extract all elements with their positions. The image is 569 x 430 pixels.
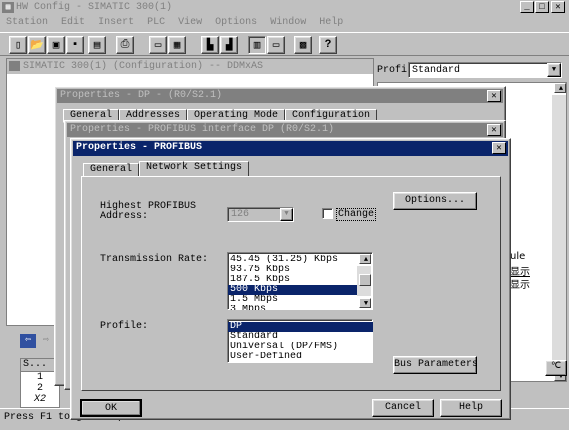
catalog-text-module: ule xyxy=(510,251,526,262)
tab-network-settings[interactable]: Network Settings xyxy=(139,161,250,177)
dialog-interface-close-icon[interactable]: ✕ xyxy=(487,124,501,136)
download-icon[interactable]: ▤ xyxy=(88,36,106,54)
minimize-button[interactable]: _ xyxy=(520,1,534,13)
dialog-dp-title: Properties - DP - (R0/S2.1) xyxy=(60,90,223,101)
highest-address-chevron-icon[interactable]: ▼ xyxy=(280,208,293,221)
split-view-icon[interactable]: ▭ xyxy=(267,36,285,54)
transmission-rate-list[interactable]: 45.45 (31.25) Kbps 93.75 Kbps 187.5 Kbps… xyxy=(227,252,373,310)
dialog-profibus-title-bar: Properties - PROFIBUS ✕ xyxy=(73,141,508,156)
transmission-rate-label: Transmission Rate: xyxy=(100,254,209,265)
catalog-icon[interactable]: ▙ xyxy=(201,36,219,54)
config-title: SIMATIC 300(1) (Configuration) -- DDMxAS xyxy=(23,61,264,72)
options-button[interactable]: Options... xyxy=(393,192,477,210)
profile-option[interactable]: Universal (DP/FMS) xyxy=(228,342,373,352)
dialog-interface-title-bar: Properties - PROFIBUS interface DP (R0/S… xyxy=(67,123,503,137)
menu-plc[interactable]: PLC xyxy=(147,17,165,28)
menu-options[interactable]: Options xyxy=(215,17,257,28)
profile-option[interactable]: User-Defined xyxy=(228,352,373,362)
rate-option[interactable]: 93.75 Kbps xyxy=(228,265,360,275)
change-checkbox[interactable] xyxy=(322,208,333,219)
rate-option-selected[interactable]: 500 Kbps xyxy=(228,285,360,295)
new-icon[interactable]: ▯ xyxy=(9,36,27,54)
rate-option[interactable]: 187.5 Kbps xyxy=(228,275,360,285)
rate-option[interactable]: 45.45 (31.25) Kbps xyxy=(228,255,360,265)
catalog-profile-value: Standard xyxy=(412,65,461,76)
paste-icon[interactable]: ▦ xyxy=(168,36,186,54)
catalog-side-button[interactable]: ℃ xyxy=(545,360,567,376)
config-window-icon xyxy=(9,61,20,71)
rate-scroll-thumb[interactable] xyxy=(359,274,371,286)
menu-station[interactable]: Station xyxy=(6,17,48,28)
catalog-profile-select[interactable]: Standard ▼ xyxy=(408,62,562,78)
bus-parameters-button[interactable]: Bus Parameters... xyxy=(393,356,477,374)
config-icon[interactable]: ▩ xyxy=(294,36,312,54)
dialog-profibus-tabs: General Network Settings xyxy=(83,161,250,177)
change-label: Change xyxy=(336,208,377,221)
menu-edit[interactable]: Edit xyxy=(61,17,85,28)
chevron-down-icon[interactable]: ▼ xyxy=(547,63,561,77)
menu-view[interactable]: View xyxy=(178,17,202,28)
ok-button[interactable]: OK xyxy=(80,399,142,417)
maximize-button[interactable]: □ xyxy=(535,1,549,13)
highest-address-label-2: Address: xyxy=(100,211,149,222)
app-icon: ▦ xyxy=(2,2,14,13)
profile-list[interactable]: DP Standard Universal (DP/FMS) User-Defi… xyxy=(227,319,373,363)
catalog-text-display-2: 显示 xyxy=(510,280,530,291)
tab-general[interactable]: General xyxy=(83,163,140,177)
view-icon[interactable]: ▥ xyxy=(248,36,266,54)
profile-label: Profile: xyxy=(100,321,149,332)
save-compile-icon[interactable]: ▣ xyxy=(47,36,65,54)
bottom-nav-arrows: ⇦ ⇨ xyxy=(20,334,56,348)
bus-parameters-label: Bus Parameters... xyxy=(394,359,476,370)
dialog-dp-close-icon[interactable]: ✕ xyxy=(487,90,501,102)
help-icon[interactable]: ? xyxy=(319,36,337,54)
forward-arrow-icon[interactable]: ⇨ xyxy=(38,334,54,348)
rate-scroll-up[interactable]: ▲ xyxy=(359,254,371,264)
save-icon[interactable]: ▪ xyxy=(66,36,84,54)
menu-window[interactable]: Window xyxy=(270,17,306,28)
copy-icon[interactable]: ▭ xyxy=(149,36,167,54)
close-button[interactable]: ✕ xyxy=(551,1,565,13)
dialog-dp-title-bar: Properties - DP - (R0/S2.1) ✕ xyxy=(57,89,503,103)
back-arrow-icon[interactable]: ⇦ xyxy=(20,334,36,348)
dialog-interface-title: Properties - PROFIBUS interface DP (R0/S… xyxy=(70,124,335,135)
rate-option[interactable]: 1.5 Mbps xyxy=(228,295,360,305)
dialog-profibus-title: Properties - PROFIBUS xyxy=(76,142,203,153)
highest-address-select[interactable]: 126 ▼ xyxy=(227,207,294,222)
profile-option[interactable]: Standard xyxy=(228,332,373,342)
help-button[interactable]: Help xyxy=(440,399,502,417)
app-title-bar: ▦ HW Config - SIMATIC 300(1) _ □ ✕ xyxy=(0,0,569,16)
rate-option[interactable]: 3 Mbps xyxy=(228,305,360,310)
highest-address-value: 126 xyxy=(231,209,250,220)
toolbar: ▯ 📂 ▣ ▪ ▤ ⎙ ▭ ▦ ▙ ▟ ▥ ▭ ▩ ? xyxy=(0,32,569,56)
slot-row[interactable]: X2 xyxy=(21,394,59,405)
menu-help[interactable]: Help xyxy=(319,17,343,28)
network-settings-panel: Highest PROFIBUS Address: 126 ▼ Change O… xyxy=(81,176,501,391)
print-icon[interactable]: ⎙ xyxy=(116,36,134,54)
open-icon[interactable]: 📂 xyxy=(28,36,46,54)
rate-scroll-down[interactable]: ▼ xyxy=(359,298,371,308)
cancel-button[interactable]: Cancel xyxy=(372,399,434,417)
catalog-profile-label: Profi xyxy=(377,65,408,76)
config-title-bar: SIMATIC 300(1) (Configuration) -- DDMxAS xyxy=(7,59,373,74)
catalog-scroll-up[interactable]: ▲ xyxy=(554,83,566,93)
catalog-scrolltrack[interactable] xyxy=(552,95,566,371)
dialog-profibus-close-icon[interactable]: ✕ xyxy=(492,142,506,154)
menu-bar: Station Edit Insert PLC View Options Win… xyxy=(6,17,350,30)
profile-option-selected[interactable]: DP xyxy=(228,322,373,332)
network-icon[interactable]: ▟ xyxy=(220,36,238,54)
app-title: HW Config - SIMATIC 300(1) xyxy=(16,2,173,13)
menu-insert[interactable]: Insert xyxy=(98,17,134,28)
dialog-profibus: Properties - PROFIBUS ✕ General Network … xyxy=(70,138,511,420)
